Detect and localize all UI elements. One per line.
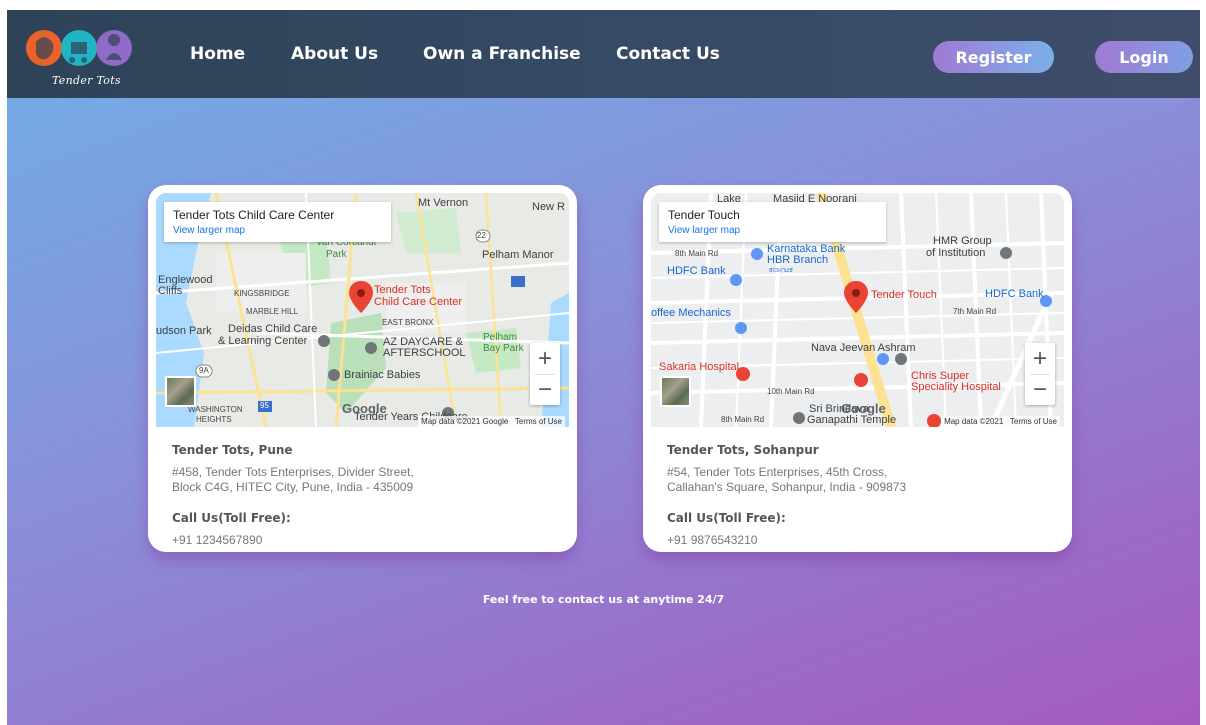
map-attribution: Map data ©2021 Terms of Use (941, 416, 1060, 427)
nav-about-us[interactable]: About Us (291, 44, 378, 64)
phone-number: +91 9876543210 (667, 533, 758, 547)
google-map-embed[interactable]: Mt Vernon New R Van Cortlandt Park Engle… (156, 193, 569, 427)
map-place-label: offee Mechanics (651, 307, 731, 319)
location-card-sohanpur: Lake Masjid E Noorani 8th Main Rd Karnat… (643, 185, 1072, 552)
map-zoom-control: + − (1025, 343, 1055, 405)
map-place-label: 8th Main Rd (721, 415, 765, 424)
google-map-embed[interactable]: Lake Masjid E Noorani 8th Main Rd Karnat… (651, 193, 1064, 427)
location-title: Tender Tots, Pune (172, 443, 293, 457)
map-place-label: HEIGHTS (196, 415, 232, 424)
location-address: #54, Tender Tots Enterprises, 45th Cross… (667, 465, 907, 494)
google-logo: Google (841, 401, 886, 416)
terms-of-use-link[interactable]: Terms of Use (1010, 417, 1057, 426)
map-place-label: Cliffs (158, 285, 183, 297)
location-title: Tender Tots, Sohanpur (667, 443, 819, 457)
zoom-in-icon[interactable]: + (1025, 343, 1055, 374)
map-attribution-text: Map data ©2021 Google (421, 417, 509, 426)
map-place-label: KINGSBRIDGE (234, 289, 290, 298)
nav-own-a-franchise[interactable]: Own a Franchise (423, 44, 581, 64)
zoom-out-icon[interactable]: − (1025, 374, 1055, 405)
phone-label: Call Us(Toll Free): (667, 511, 786, 525)
satellite-view-toggle[interactable] (165, 376, 196, 407)
map-place-label: Park (326, 249, 347, 260)
register-button[interactable]: Register (933, 41, 1054, 73)
view-larger-map-link[interactable]: View larger map (668, 225, 877, 236)
zoom-in-icon[interactable]: + (530, 343, 560, 374)
map-place-label: 8th Main Rd (675, 249, 719, 258)
map-place-title: Tender Touch (668, 208, 740, 222)
tender-tots-logo[interactable]: Tender Tots (24, 24, 144, 90)
map-place-label: & Learning Center (218, 335, 308, 347)
map-place-label: Pelham Manor (482, 249, 554, 261)
view-larger-map-link[interactable]: View larger map (173, 225, 382, 236)
location-address: #458, Tender Tots Enterprises, Divider S… (172, 465, 414, 494)
map-place-label: EAST BRONX (382, 318, 434, 327)
logo-icon (26, 30, 132, 66)
map-place-label: Sakaria Hospital (659, 361, 740, 373)
phone-label: Call Us(Toll Free): (172, 511, 291, 525)
map-route-shield: 22 (477, 231, 486, 240)
contact-footer-text: Feel free to contact us at anytime 24/7 (482, 593, 725, 606)
map-place-label: Bay Park (483, 343, 524, 354)
map-place-label: HMR Group (933, 235, 992, 247)
map-pin-label: Child Care Center (374, 296, 463, 308)
top-navbar: Tender Tots Home About Us Own a Franchis… (7, 10, 1200, 98)
map-place-label: Speciality Hospital (911, 381, 1001, 393)
map-pin-label: Tender Touch (871, 289, 937, 301)
phone-number: +91 1234567890 (172, 533, 263, 547)
map-place-label: WASHINGTON (188, 405, 243, 414)
map-place-label: HDFC Bank (667, 265, 726, 277)
map-place-label: 7th Main Rd (953, 307, 997, 316)
map-attribution-text: Map data ©2021 (944, 417, 1004, 426)
map-place-label: udson Park (156, 325, 212, 337)
map-pin-label: Tender Tots (374, 284, 431, 296)
map-route-shield: 95 (260, 401, 269, 410)
map-route-shield: 9A (199, 366, 209, 375)
terms-of-use-link[interactable]: Terms of Use (515, 417, 562, 426)
map-place-label: MARBLE HILL (246, 307, 299, 316)
map-place-label: New R (532, 201, 566, 213)
map-place-label: 10th Main Rd (767, 387, 815, 396)
map-place-label: HDFC Bank (985, 288, 1044, 300)
map-place-label: Deidas Child Care (228, 323, 318, 335)
map-zoom-control: + − (530, 343, 560, 405)
map-place-title: Tender Tots Child Care Center (173, 208, 335, 222)
login-button[interactable]: Login (1095, 41, 1193, 73)
map-place-label: Pelham (483, 332, 517, 343)
map-place-label: of Institution (926, 247, 986, 259)
satellite-view-toggle[interactable] (660, 376, 691, 407)
map-place-card: Tender Touch View larger map (659, 202, 886, 242)
nav-contact-us[interactable]: Contact Us (616, 44, 720, 64)
zoom-out-icon[interactable]: − (530, 374, 560, 405)
location-details: Tender Tots, Pune #458, Tender Tots Ente… (172, 443, 557, 547)
map-place-label: Nava Jeevan Ashram (811, 342, 916, 354)
map-place-label: ಕರ್ನಾಟಕ (769, 265, 793, 274)
nav-home[interactable]: Home (190, 44, 245, 64)
location-details: Tender Tots, Sohanpur #54, Tender Tots E… (667, 443, 1052, 547)
map-place-label: AFTERSCHOOL (383, 347, 466, 359)
map-attribution: Map data ©2021 Google Terms of Use (418, 416, 565, 427)
location-card-pune: Mt Vernon New R Van Cortlandt Park Engle… (148, 185, 577, 552)
logo-text: Tender Tots (52, 74, 121, 87)
page-background: Tender Tots Home About Us Own a Franchis… (7, 10, 1200, 725)
map-place-label: Mt Vernon (418, 197, 469, 209)
map-place-label: Brainiac Babies (344, 369, 421, 381)
map-place-card: Tender Tots Child Care Center View large… (164, 202, 391, 242)
google-logo: Google (342, 401, 387, 416)
